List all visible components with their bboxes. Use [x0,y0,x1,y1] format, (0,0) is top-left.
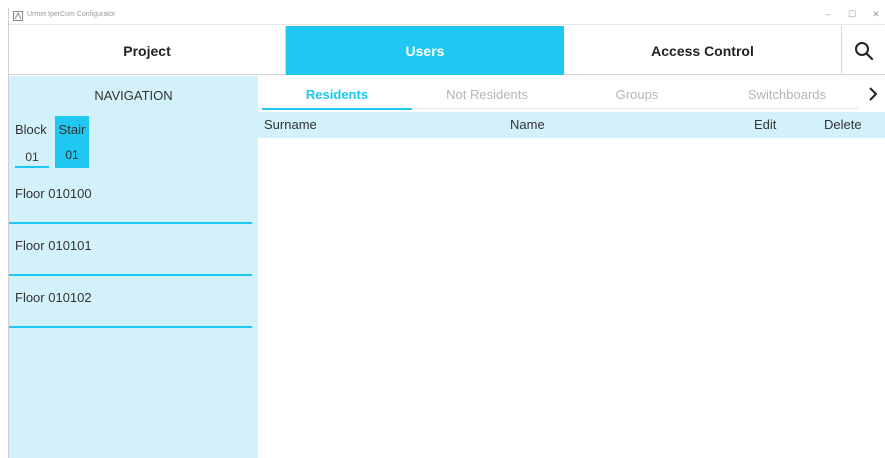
close-button[interactable]: ✕ [869,9,883,20]
nav-tab-access-control[interactable]: Access Control [564,26,842,75]
navigation-sidebar: NAVIGATION Block 01 Stair 01 Floor 01010… [9,76,258,458]
column-header-edit: Edit [754,117,777,132]
tabs-next-button[interactable] [860,82,885,106]
navigation-title: NAVIGATION [94,88,173,103]
column-header-name[interactable]: Name [510,117,545,132]
chevron-right-icon [869,87,878,101]
nav-tab-users[interactable]: Users [286,26,564,75]
title-bar: Urmet IperCom Configurator – ☐ ✕ [9,8,885,25]
window-title: Urmet IperCom Configurator [27,11,116,18]
stair-value: 01 [65,148,79,162]
column-header-delete: Delete [824,117,862,132]
tab-switchboards[interactable]: Switchboards [712,76,862,110]
app-window: Urmet IperCom Configurator – ☐ ✕ Project… [8,8,885,458]
block-selector[interactable]: 01 [15,146,49,168]
floor-item[interactable]: Floor 010101 [9,224,252,276]
floor-label: Floor 010101 [15,238,92,253]
floor-label: Floor 010100 [15,186,92,201]
tab-groups[interactable]: Groups [562,76,712,110]
stair-label: Stair [58,122,86,137]
users-tabs: Residents Not Residents Groups Switchboa… [258,76,885,110]
floor-item[interactable]: Floor 010102 [9,276,252,328]
column-header-surname[interactable]: Surname [264,117,317,132]
stair-selector[interactable]: Stair 01 [55,116,89,168]
top-navigation: Project Users Access Control [9,26,885,75]
floor-item[interactable]: Floor 010100 [9,172,252,224]
residents-table-header: Surname Name Edit Delete [258,112,885,138]
search-button[interactable] [842,26,885,75]
minimize-button[interactable]: – [821,9,835,19]
maximize-button[interactable]: ☐ [845,9,859,20]
block-label: Block [15,122,47,137]
tab-residents[interactable]: Residents [262,76,412,110]
tab-not-residents[interactable]: Not Residents [412,76,562,110]
search-icon [855,41,874,60]
app-logo-icon [13,11,23,21]
floor-label: Floor 010102 [15,290,92,305]
nav-tab-project[interactable]: Project [9,26,286,75]
